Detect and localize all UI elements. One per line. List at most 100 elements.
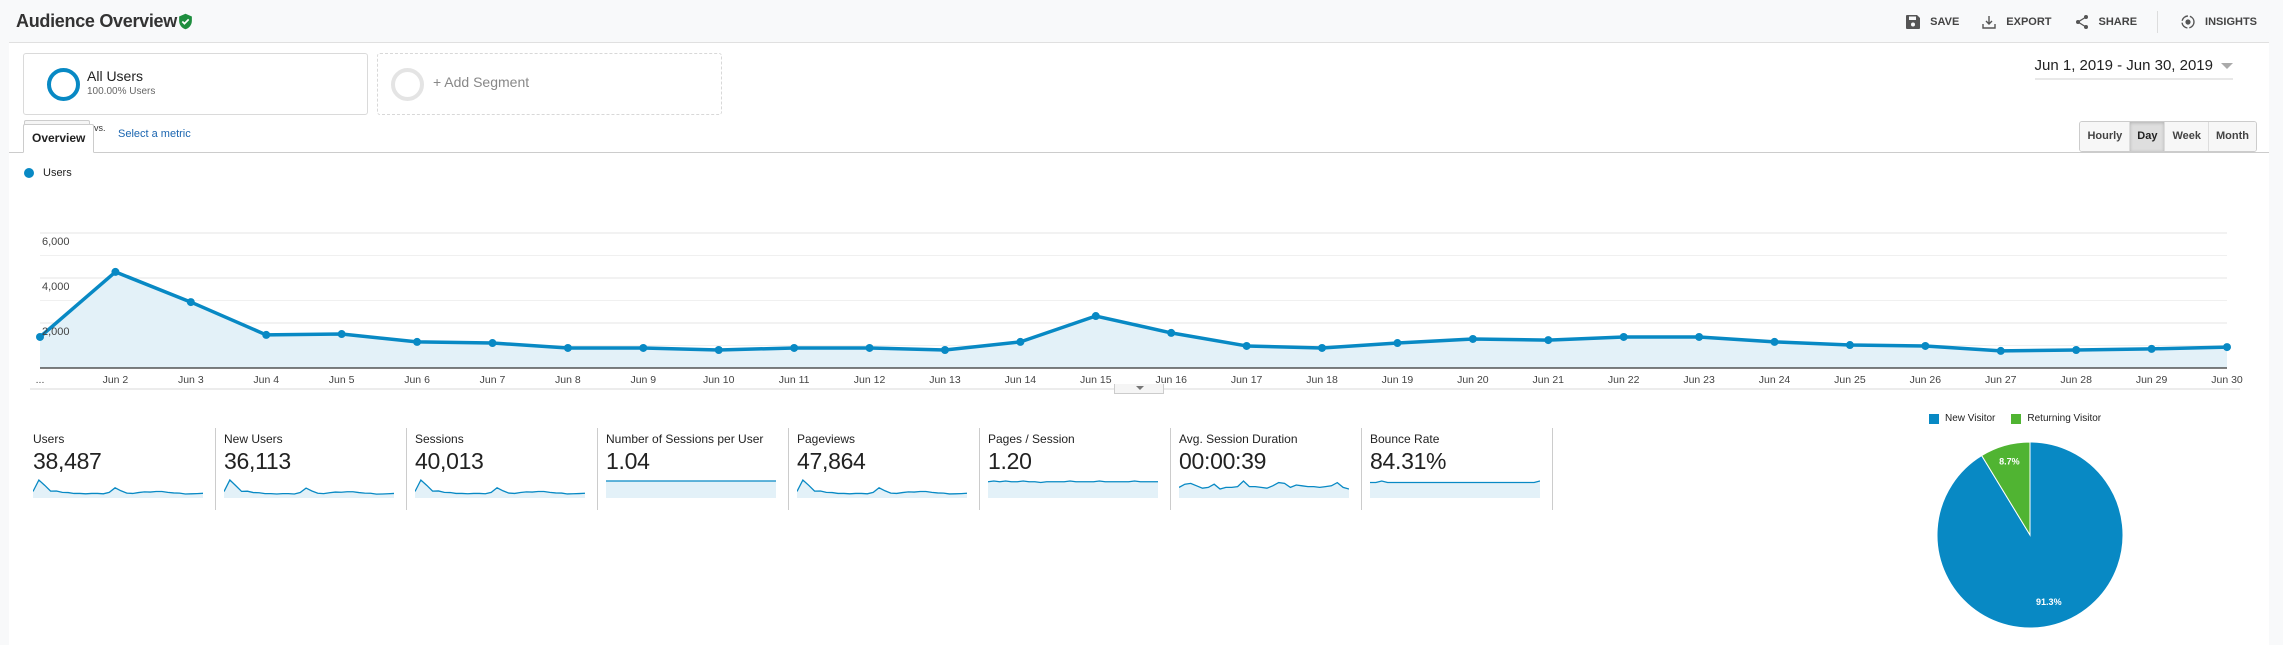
sparkline-area bbox=[1370, 481, 1540, 498]
metric-label: Pages / Session bbox=[988, 432, 1075, 446]
data-point[interactable] bbox=[563, 343, 572, 352]
data-point[interactable] bbox=[1770, 337, 1779, 346]
data-point[interactable] bbox=[1695, 332, 1704, 341]
tile-divider bbox=[1552, 428, 1553, 510]
data-point[interactable] bbox=[1996, 346, 2005, 355]
collapse-chart-button[interactable] bbox=[1114, 384, 1164, 394]
metric-tile[interactable]: Bounce Rate 84.31% bbox=[1361, 428, 1552, 510]
sparkline bbox=[797, 478, 967, 498]
data-point[interactable] bbox=[1619, 332, 1628, 341]
x-tick-label: Jun 30 bbox=[2211, 374, 2243, 386]
metric-label: Number of Sessions per User bbox=[606, 432, 764, 446]
x-tick-label: Jun 12 bbox=[854, 374, 886, 386]
users-line-chart: 2,000 4,000 6,000... Jun 2 Jun 3 Jun 4 Jun 5 Ju… bbox=[30, 232, 2243, 390]
sparkline bbox=[1370, 480, 1540, 498]
data-point[interactable] bbox=[488, 339, 497, 348]
data-point[interactable] bbox=[1544, 336, 1553, 345]
sparkline bbox=[415, 478, 585, 498]
x-tick-label: ... bbox=[36, 374, 45, 386]
x-tick-label: Jun 20 bbox=[1457, 374, 1489, 386]
data-point[interactable] bbox=[1318, 343, 1327, 352]
data-point[interactable] bbox=[1845, 341, 1854, 350]
metric-label: New Users bbox=[224, 432, 283, 446]
metric-value: 00:00:39 bbox=[1179, 448, 1267, 474]
pie-legend-returning: Returning Visitor bbox=[2011, 413, 2101, 424]
x-tick-label: Jun 13 bbox=[929, 374, 961, 386]
x-tick-label: Jun 10 bbox=[703, 374, 735, 386]
data-point[interactable] bbox=[940, 346, 949, 354]
sparkline bbox=[606, 480, 776, 498]
sparkline bbox=[1179, 480, 1349, 498]
sparkline bbox=[224, 478, 394, 498]
data-point[interactable] bbox=[111, 267, 120, 276]
metric-value: 36,113 bbox=[224, 448, 291, 474]
metric-tiles: Users 38,487 New Users 36,113 Sessions 40,013… bbox=[24, 428, 1553, 510]
x-tick-label: Jun 25 bbox=[1834, 374, 1866, 386]
x-tick-label: Jun 19 bbox=[1382, 374, 1414, 386]
metric-value: 47,864 bbox=[797, 448, 866, 474]
x-tick-label: Jun 22 bbox=[1608, 374, 1640, 386]
metric-value: 1.20 bbox=[988, 448, 1032, 474]
data-point[interactable] bbox=[2147, 344, 2156, 353]
x-tick-label: Jun 5 bbox=[329, 374, 355, 386]
x-tick-label: Jun 4 bbox=[253, 374, 279, 386]
data-point[interactable] bbox=[262, 330, 271, 339]
data-point[interactable] bbox=[337, 330, 346, 339]
x-tick-label: Jun 14 bbox=[1005, 374, 1037, 386]
pie-legend-returning-label: Returning Visitor bbox=[2027, 413, 2102, 424]
metric-value: 1.04 bbox=[606, 448, 650, 474]
data-point[interactable] bbox=[790, 343, 799, 352]
series-area-users bbox=[40, 271, 2227, 368]
x-tick-label: Jun 11 bbox=[779, 374, 810, 386]
metric-tile[interactable]: Users 38,487 bbox=[24, 428, 215, 510]
x-tick-label: Jun 27 bbox=[1985, 374, 2017, 386]
data-point[interactable] bbox=[1016, 337, 1025, 346]
metric-label: Avg. Session Duration bbox=[1179, 432, 1298, 446]
data-point[interactable] bbox=[1242, 341, 1251, 350]
data-point[interactable] bbox=[639, 343, 648, 352]
new-visitor-swatch bbox=[1929, 413, 1939, 424]
metric-tile[interactable]: Sessions 40,013 bbox=[406, 428, 597, 510]
x-tick-label: Jun 6 bbox=[404, 374, 430, 386]
returning-visitor-swatch bbox=[2011, 413, 2022, 424]
sparkline-area bbox=[1179, 481, 1349, 498]
tab-overview[interactable]: Overview bbox=[23, 124, 95, 153]
metric-value: 38,487 bbox=[33, 448, 102, 474]
data-point[interactable] bbox=[865, 343, 874, 352]
metric-label: Sessions bbox=[415, 432, 464, 446]
pie-legend-new-label: New Visitor bbox=[1945, 413, 1996, 424]
y-tick-label: 4,000 bbox=[42, 281, 70, 293]
data-point[interactable] bbox=[413, 337, 422, 346]
metric-value: 40,013 bbox=[415, 448, 484, 474]
x-tick-label: Jun 23 bbox=[1683, 374, 1715, 386]
x-tick-label: Jun 3 bbox=[178, 374, 204, 386]
metric-tile[interactable]: Pages / Session 1.20 bbox=[979, 428, 1170, 510]
sparkline bbox=[988, 480, 1158, 498]
metric-label: Pageviews bbox=[797, 432, 856, 446]
y-tick-label: 6,000 bbox=[42, 236, 70, 248]
metric-tile[interactable]: Avg. Session Duration 00:00:39 bbox=[1170, 428, 1361, 510]
sparkline-line bbox=[1370, 480, 1540, 484]
data-point[interactable] bbox=[1091, 312, 1100, 321]
metric-tile[interactable]: New Users 36,113 bbox=[215, 428, 406, 510]
metric-label: Bounce Rate bbox=[1370, 432, 1440, 446]
x-tick-label: Jun 15 bbox=[1080, 374, 1112, 386]
data-point[interactable] bbox=[2072, 346, 2081, 354]
sparkline bbox=[33, 478, 203, 498]
data-point[interactable] bbox=[1393, 339, 1402, 348]
metric-tile[interactable]: Number of Sessions per User 1.04 bbox=[597, 428, 788, 510]
sparkline-area bbox=[988, 481, 1158, 498]
pie-legend: New Visitor Returning Visitor bbox=[1929, 413, 2117, 424]
pie-slice-label: 91.3% bbox=[2036, 597, 2062, 607]
data-point[interactable] bbox=[186, 298, 195, 307]
data-point[interactable] bbox=[2223, 343, 2231, 352]
data-point[interactable] bbox=[1921, 341, 1930, 350]
x-tick-label: Jun 26 bbox=[1910, 374, 1942, 386]
data-point[interactable] bbox=[714, 346, 723, 354]
metric-label: Users bbox=[33, 432, 65, 446]
x-tick-label: Jun 7 bbox=[480, 374, 506, 386]
metric-tile[interactable]: Pageviews 47,864 bbox=[788, 428, 979, 510]
data-point[interactable] bbox=[1468, 334, 1477, 343]
x-tick-label: Jun 17 bbox=[1231, 374, 1263, 386]
data-point[interactable] bbox=[1167, 328, 1176, 337]
